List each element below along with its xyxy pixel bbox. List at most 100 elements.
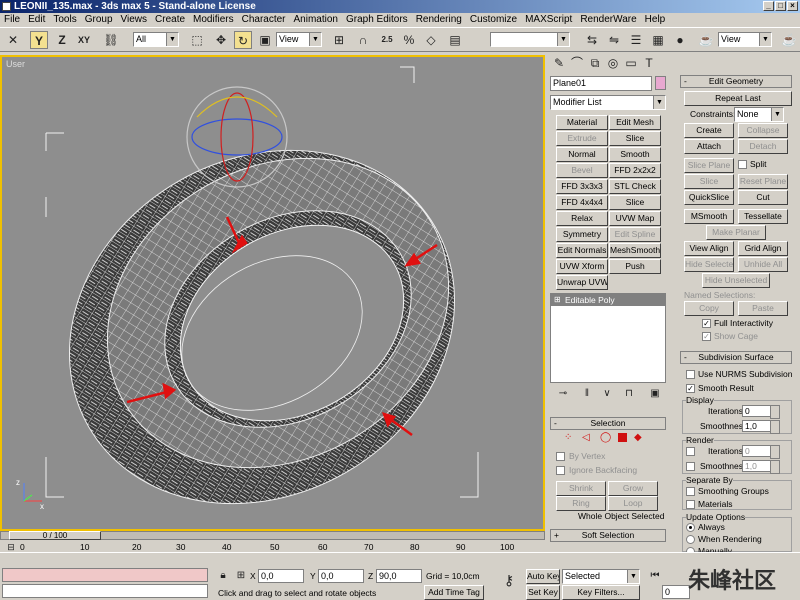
menu-customize[interactable]: Customize	[466, 13, 521, 26]
material-editor-icon[interactable]: ●	[671, 31, 689, 49]
show-cage-checkbox[interactable]: ✓	[702, 332, 711, 341]
reset-plane-button[interactable]: Reset Plane	[738, 174, 788, 189]
time-slider[interactable]: 0 / 100	[9, 531, 101, 540]
percent-snap-icon[interactable]: %	[400, 31, 418, 49]
lock-selection-icon[interactable]: 🔒︎	[214, 567, 232, 585]
view-align-button[interactable]: View Align	[684, 241, 734, 256]
display-tab-icon[interactable]: ▭	[622, 54, 640, 72]
render-scene-icon[interactable]: ☕	[697, 31, 715, 49]
y-coordinate-field[interactable]: 0,0	[318, 569, 364, 583]
edge-icon[interactable]: ◁	[582, 432, 590, 443]
create-tab-icon[interactable]: ✎	[550, 54, 568, 72]
slice-geometry-button[interactable]: Slice	[684, 174, 734, 189]
pivot-center-icon[interactable]: ⊞	[330, 31, 348, 49]
smooth-result-checkbox[interactable]: ✓	[686, 384, 695, 393]
layer-manager-icon[interactable]: ☰	[627, 31, 645, 49]
magnet-snap-icon[interactable]: ∩	[354, 31, 372, 49]
extrude-button[interactable]: Extrude	[556, 131, 608, 146]
render-smoothness-checkbox[interactable]	[686, 462, 695, 471]
loop-button[interactable]: Loop	[608, 496, 658, 511]
hierarchy-tab-icon[interactable]: ⧉	[586, 54, 604, 72]
split-checkbox[interactable]	[738, 160, 747, 169]
menu-file[interactable]: File	[0, 13, 24, 26]
use-nurms-checkbox[interactable]	[686, 370, 695, 379]
tessellate-button[interactable]: Tessellate	[738, 209, 788, 224]
ring-button[interactable]: Ring	[556, 496, 606, 511]
meshsmooth-button[interactable]: MeshSmooth	[609, 243, 661, 258]
show-end-result-icon[interactable]: ǁ	[578, 385, 596, 403]
symmetry-button[interactable]: Symmetry	[556, 227, 608, 242]
object-color-swatch[interactable]	[655, 76, 666, 90]
time-slider-track[interactable]: 0 / 100	[0, 531, 545, 540]
menu-tools[interactable]: Tools	[49, 13, 80, 26]
iterations-spinner[interactable]: 0	[742, 405, 780, 419]
quick-render-icon[interactable]: ☕	[780, 31, 798, 49]
select-object-icon[interactable]: ⬚	[188, 31, 206, 49]
ffd-2x2x2-button[interactable]: FFD 2x2x2	[609, 163, 661, 178]
key-filters-button[interactable]: Key Filters...	[562, 585, 640, 600]
repeat-last-button[interactable]: Repeat Last	[684, 91, 792, 106]
menu-renderware[interactable]: RenderWare	[576, 13, 640, 26]
close-button[interactable]: ×	[787, 1, 798, 11]
slice-plane-button[interactable]: Slice Plane	[684, 158, 734, 173]
collapse-button[interactable]: Collapse	[738, 123, 788, 138]
quickslice-button[interactable]: QuickSlice	[684, 190, 734, 205]
materials-checkbox[interactable]	[686, 500, 695, 509]
key-icon[interactable]: ⚷	[500, 571, 518, 589]
create-button[interactable]: Create	[684, 123, 734, 138]
grid-align-button[interactable]: Grid Align	[738, 241, 788, 256]
angle-snap-icon[interactable]: 2.5	[378, 31, 396, 49]
uvw-map-button[interactable]: UVW Map	[609, 211, 661, 226]
named-selection-icon[interactable]: ▤	[446, 31, 464, 49]
viewport-user[interactable]: User z x	[0, 55, 545, 531]
render-smoothness-spinner[interactable]: 1,0	[742, 460, 780, 474]
grow-button[interactable]: Grow	[608, 481, 658, 496]
element-icon[interactable]: ◆	[634, 432, 642, 443]
absolute-mode-icon[interactable]: ⊞	[232, 567, 250, 585]
detach-button[interactable]: Detach	[738, 139, 788, 154]
cut-button[interactable]: Cut	[738, 190, 788, 205]
menu-modifiers[interactable]: Modifiers	[189, 13, 238, 26]
when-rendering-radio[interactable]	[686, 535, 695, 544]
polygon-icon[interactable]	[618, 433, 627, 442]
ffd-3x3x3-button[interactable]: FFD 3x3x3	[556, 179, 608, 194]
unwrap-uvw-button[interactable]: Unwrap UVW	[556, 275, 608, 290]
spinner-snap-icon[interactable]: ◇	[422, 31, 440, 49]
selection-filter-dropdown[interactable]: All	[133, 32, 179, 47]
select-scale-icon[interactable]: ▣	[256, 31, 274, 49]
maximize-button[interactable]: □	[775, 1, 786, 11]
mirror-icon[interactable]: ⇆	[583, 31, 601, 49]
utilities-tab-icon[interactable]: T	[640, 54, 658, 72]
ignore-backfacing-checkbox[interactable]	[556, 466, 565, 475]
constraints-dropdown[interactable]: None	[734, 107, 784, 122]
menu-animation[interactable]: Animation	[290, 13, 342, 26]
full-interactivity-checkbox[interactable]: ✓	[702, 319, 711, 328]
make-unique-icon[interactable]: ∨	[598, 385, 616, 403]
menu-views[interactable]: Views	[117, 13, 152, 26]
smoothness-spinner[interactable]: 1,0	[742, 420, 780, 434]
link-icon[interactable]: ⛓	[102, 31, 120, 49]
configure-sets-icon[interactable]: ▣	[646, 385, 664, 403]
slice-button[interactable]: Slice	[609, 131, 661, 146]
x-coordinate-field[interactable]: 0,0	[258, 569, 304, 583]
curve-editor-icon[interactable]: ▦	[649, 31, 667, 49]
subdivision-rollout-header[interactable]: - Subdivision Surface	[680, 351, 792, 364]
ffd-4x4x4-button[interactable]: FFD 4x4x4	[556, 195, 608, 210]
current-frame-field[interactable]: 0	[662, 585, 690, 599]
smoothing-groups-checkbox[interactable]	[686, 487, 695, 496]
smooth-button[interactable]: Smooth	[609, 147, 661, 162]
modify-tab-icon[interactable]: ⌒	[568, 54, 586, 72]
menu-rendering[interactable]: Rendering	[412, 13, 466, 26]
attach-button[interactable]: Attach	[684, 139, 734, 154]
hide-selected-button[interactable]: Hide Selected	[684, 257, 734, 272]
add-time-tag-button[interactable]: Add Time Tag	[424, 585, 484, 600]
maxscript-output[interactable]	[2, 584, 208, 598]
make-planar-button[interactable]: Make Planar	[706, 225, 766, 240]
modifier-list-dropdown[interactable]: Modifier List	[550, 95, 666, 110]
render-type-dropdown[interactable]: View	[718, 32, 772, 47]
edit-spline-button[interactable]: Edit Spline	[609, 227, 661, 242]
menu-maxscript[interactable]: MAXScript	[521, 13, 576, 26]
y-axis-constraint-button[interactable]: Y	[30, 31, 48, 49]
copy-button[interactable]: Copy	[684, 301, 734, 316]
remove-modifier-icon[interactable]: ⊓	[620, 385, 638, 403]
